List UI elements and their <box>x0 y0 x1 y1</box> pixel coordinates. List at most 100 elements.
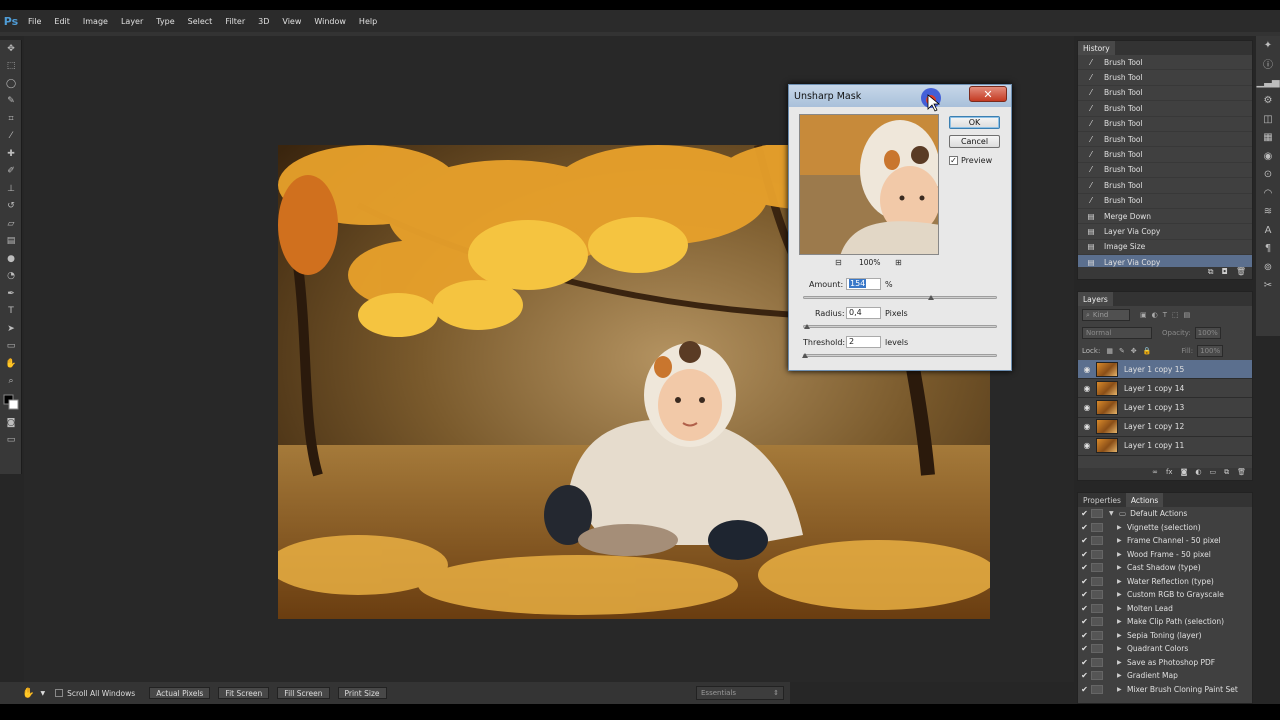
history-item[interactable]: ⁄ Brush Tool <box>1078 117 1252 132</box>
notes-icon[interactable]: ✂ <box>1256 277 1280 296</box>
dialog-toggle-icon[interactable] <box>1091 630 1103 640</box>
history-item[interactable]: ⁄ Brush Tool <box>1078 86 1252 102</box>
dodge-icon[interactable]: ◔ <box>0 268 22 286</box>
folder-icon[interactable]: ▭ <box>1209 468 1216 480</box>
lasso-icon[interactable]: ◯ <box>0 75 22 93</box>
styles-icon[interactable]: ◫ <box>1256 110 1280 129</box>
navigator-icon[interactable]: ✦ <box>1256 36 1280 55</box>
check-icon[interactable]: ✔ <box>1078 590 1091 599</box>
amount-slider[interactable] <box>803 296 997 299</box>
fill-screen-button[interactable]: Fill Screen <box>277 687 330 699</box>
check-icon[interactable]: ✔ <box>1078 550 1091 559</box>
marquee-icon[interactable]: ⬚ <box>0 58 22 76</box>
new-layer-icon[interactable]: ⧉ <box>1224 468 1229 480</box>
layer-row[interactable]: ◉ Layer 1 copy 11 <box>1078 437 1252 456</box>
check-icon[interactable]: ✔ <box>1078 536 1091 545</box>
snapshot-icon[interactable]: ◘ <box>1222 267 1228 279</box>
type-icon[interactable]: T <box>0 303 22 321</box>
radius-slider-thumb[interactable] <box>803 324 810 329</box>
eraser-icon[interactable]: ▱ <box>0 215 22 233</box>
history-item[interactable]: ⁄ Brush Tool <box>1078 132 1252 148</box>
healing-icon[interactable]: ✚ <box>0 145 22 163</box>
close-icon[interactable]: ✕ <box>969 86 1007 102</box>
amount-input[interactable]: 154 <box>846 278 881 290</box>
history-item[interactable]: ▤ Image Size <box>1078 240 1252 256</box>
dialog-toggle-icon[interactable] <box>1091 617 1103 627</box>
fit-screen-button[interactable]: Fit Screen <box>218 687 270 699</box>
expand-icon[interactable]: ▶ <box>1117 524 1127 531</box>
menu-type[interactable]: Type <box>156 17 174 26</box>
action-item[interactable]: ✔ ▶ Vignette (selection) <box>1078 521 1252 535</box>
gradient-icon[interactable]: ▤ <box>0 233 22 251</box>
dialog-toggle-icon[interactable] <box>1091 536 1103 546</box>
check-icon[interactable]: ✔ <box>1078 617 1091 626</box>
blend-mode-select[interactable]: Normal <box>1082 327 1152 339</box>
dialog-toggle-icon[interactable] <box>1091 671 1103 681</box>
menu-select[interactable]: Select <box>188 17 213 26</box>
dialog-toggle-icon[interactable] <box>1091 522 1103 532</box>
dialog-toggle-icon[interactable] <box>1091 576 1103 586</box>
expand-icon[interactable]: ▶ <box>1117 645 1127 652</box>
expand-icon[interactable]: ▶ <box>1117 551 1127 558</box>
tab-properties[interactable]: Properties <box>1078 493 1126 507</box>
history-brush-icon[interactable]: ↺ <box>0 198 22 216</box>
fill-input[interactable]: 100% <box>1197 345 1224 357</box>
workspace-select[interactable]: Essentials ⇕ <box>696 686 784 700</box>
layer-filter-icons[interactable]: ▣◐T⬚▤ <box>1140 311 1195 319</box>
pen-icon[interactable]: ✒ <box>0 285 22 303</box>
scroll-all-checkbox[interactable] <box>55 689 64 697</box>
check-icon[interactable]: ✔ <box>1078 631 1091 640</box>
brush-presets-icon[interactable]: ◉ <box>1256 147 1280 166</box>
menu-layer[interactable]: Layer <box>121 17 143 26</box>
menu-image[interactable]: Image <box>83 17 108 26</box>
history-item[interactable]: ⁄ Brush Tool <box>1078 178 1252 194</box>
history-item[interactable]: ▤ Merge Down <box>1078 209 1252 225</box>
tool-presets-icon[interactable]: ⊚ <box>1256 258 1280 277</box>
eye-icon[interactable]: ◉ <box>1078 384 1096 393</box>
check-icon[interactable]: ✔ <box>1078 563 1091 572</box>
eye-icon[interactable]: ◉ <box>1078 441 1096 450</box>
channels-icon[interactable]: ≋ <box>1256 203 1280 222</box>
ok-button[interactable]: OK <box>949 116 1000 129</box>
action-item[interactable]: ✔ ▶ Cast Shadow (type) <box>1078 561 1252 575</box>
paragraph-icon[interactable]: ¶ <box>1256 240 1280 259</box>
action-item[interactable]: ✔ ▶ Water Reflection (type) <box>1078 575 1252 589</box>
check-icon[interactable]: ✔ <box>1078 604 1091 613</box>
history-item[interactable]: ⁄ Brush Tool <box>1078 194 1252 209</box>
color-swatches-icon[interactable] <box>0 390 22 414</box>
menu-window[interactable]: Window <box>314 17 346 26</box>
opacity-input[interactable]: 100% <box>1194 327 1221 339</box>
dialog-toggle-icon[interactable] <box>1091 684 1103 694</box>
expand-icon[interactable]: ▶ <box>1117 605 1127 612</box>
eyedropper-icon[interactable]: ⁄ <box>0 128 22 146</box>
action-item[interactable]: ✔ ▶ Sepia Toning (layer) <box>1078 629 1252 643</box>
expand-icon[interactable]: ▼ <box>1109 510 1119 517</box>
history-item[interactable]: ⁄ Brush Tool <box>1078 55 1252 71</box>
threshold-input[interactable]: 2 <box>846 336 881 348</box>
link-icon[interactable]: ∞ <box>1152 468 1158 480</box>
delete-layer-icon[interactable]: 🗑 <box>1237 468 1246 480</box>
threshold-slider[interactable] <box>803 354 997 357</box>
actual-pixels-button[interactable]: Actual Pixels <box>149 687 211 699</box>
brush-icon[interactable]: ✐ <box>0 163 22 181</box>
expand-icon[interactable]: ▶ <box>1117 632 1127 639</box>
menu-edit[interactable]: Edit <box>54 17 70 26</box>
radius-slider[interactable] <box>803 325 997 328</box>
history-item[interactable]: ⁄ Brush Tool <box>1078 70 1252 86</box>
adjustment-icon[interactable]: ◐ <box>1195 468 1201 480</box>
check-icon[interactable]: ✔ <box>1078 644 1091 653</box>
hand-icon[interactable]: ✋ <box>0 355 22 373</box>
stamp-icon[interactable]: ⊥ <box>0 180 22 198</box>
layer-row[interactable]: ◉ Layer 1 copy 14 <box>1078 379 1252 399</box>
mask-icon[interactable]: ◙ <box>1181 468 1188 480</box>
action-item[interactable]: ✔ ▶ Custom RGB to Grayscale <box>1078 588 1252 602</box>
tab-history[interactable]: History <box>1078 41 1115 55</box>
eye-icon[interactable]: ◉ <box>1078 365 1096 374</box>
expand-icon[interactable]: ▶ <box>1117 686 1127 693</box>
check-icon[interactable]: ✔ <box>1078 671 1091 680</box>
trash-icon[interactable]: 🗑 <box>1236 267 1246 279</box>
zoom-out-icon[interactable]: ⊟ <box>835 258 842 267</box>
info-icon[interactable]: ⓘ <box>1256 55 1280 74</box>
action-item[interactable]: ✔ ▶ Make Clip Path (selection) <box>1078 615 1252 629</box>
character-icon[interactable]: A <box>1256 221 1280 240</box>
